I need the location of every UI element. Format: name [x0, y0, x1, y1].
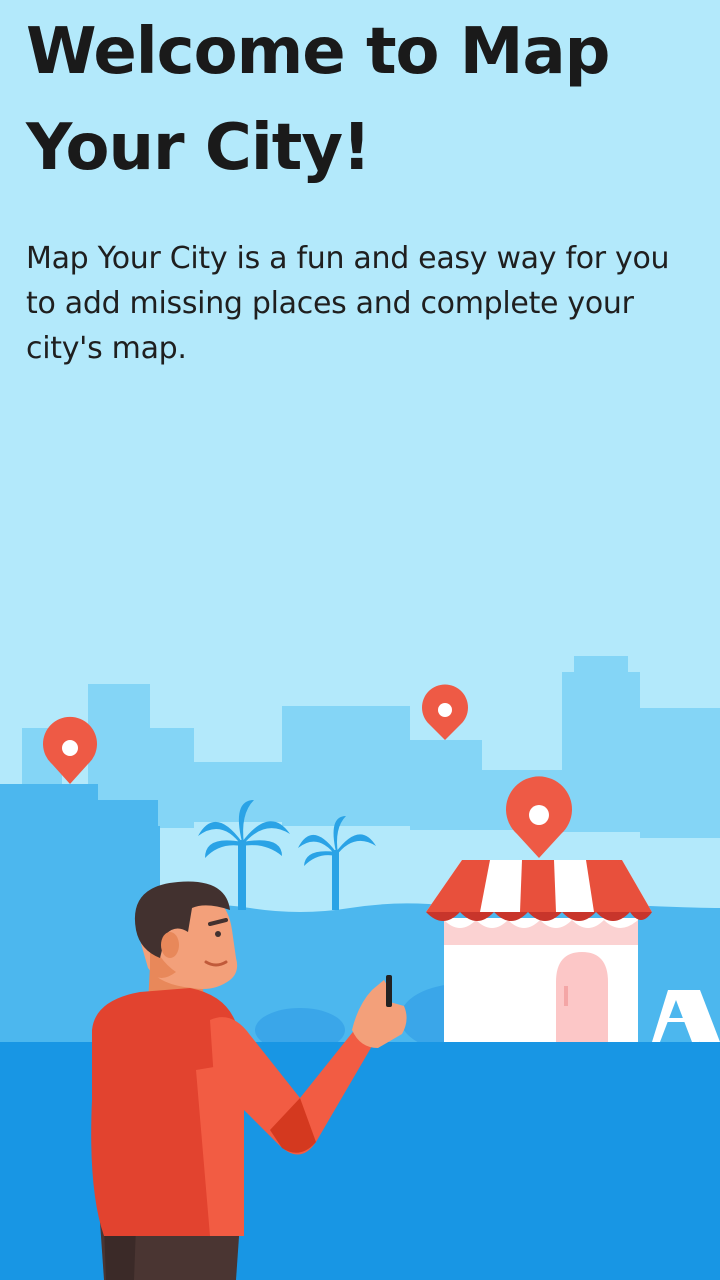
map-pin-icon [422, 684, 468, 740]
map-pin-icon [506, 776, 573, 858]
palm-tree-icon [298, 816, 376, 910]
intro-description: Map Your City is a fun and easy way for … [26, 241, 670, 366]
phone-icon [386, 975, 392, 1007]
city-illustration [0, 656, 720, 1280]
welcome-title: Welcome to Map Your City! [26, 15, 610, 185]
